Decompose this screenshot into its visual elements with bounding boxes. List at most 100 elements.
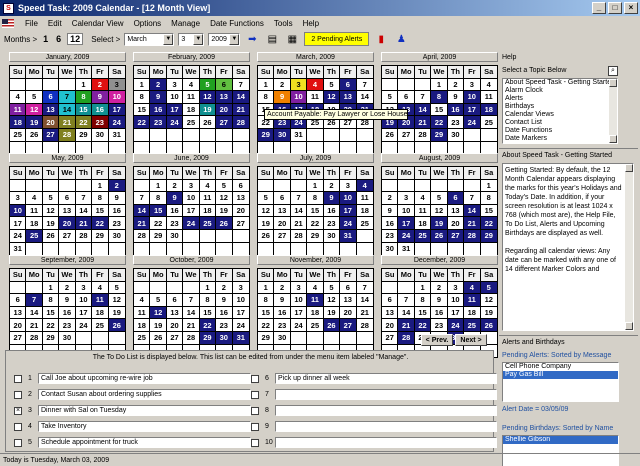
day-cell[interactable]: 2 (382, 192, 399, 205)
day-cell[interactable]: 6 (166, 294, 184, 307)
day-cell[interactable]: 27 (232, 217, 249, 230)
day-cell[interactable]: 26 (42, 229, 60, 243)
day-cell[interactable]: 11 (480, 91, 497, 104)
todo-text[interactable]: Dinner with Sal on Tuesday (38, 405, 251, 416)
day-cell[interactable]: 6 (59, 192, 76, 205)
day-cell[interactable]: 14 (356, 294, 373, 307)
day-cell[interactable]: 6 (10, 294, 27, 307)
day-cell[interactable]: 5 (150, 294, 167, 307)
day-cell[interactable]: 12 (258, 204, 275, 218)
day-cell[interactable]: 16 (216, 306, 233, 320)
month-view-12-button[interactable]: 12 (67, 33, 84, 45)
day-cell[interactable]: 16 (431, 306, 448, 320)
day-cell[interactable]: 4 (26, 192, 43, 205)
day-cell[interactable]: 19 (323, 306, 341, 320)
day-cell[interactable]: 27 (274, 229, 291, 243)
day-cell[interactable]: 15 (134, 103, 151, 117)
day-cell[interactable]: 27 (398, 128, 415, 142)
day-cell[interactable]: 20 (232, 205, 249, 218)
list-item[interactable]: Alarm Clock (503, 87, 617, 95)
day-cell[interactable]: 2 (323, 179, 341, 193)
month-view-6-button[interactable]: 6 (54, 34, 63, 44)
day-cell[interactable]: 12 (199, 91, 217, 104)
day-cell[interactable]: 15 (258, 306, 275, 320)
todo-text[interactable]: Contact Susan about ordering supplies (38, 389, 251, 400)
print-icon[interactable]: ▤ (264, 32, 280, 46)
day-cell[interactable]: 8 (480, 192, 497, 205)
day-cell[interactable]: 13 (340, 294, 357, 307)
day-cell[interactable]: 10 (290, 91, 308, 104)
day-cell[interactable]: 21 (26, 319, 43, 332)
day-cell[interactable]: 3 (447, 281, 465, 295)
day-cell[interactable]: 19 (42, 217, 60, 230)
day-cell[interactable]: 10 (290, 294, 308, 307)
day-cell[interactable]: 26 (431, 229, 448, 243)
day-cell[interactable]: 16 (274, 306, 291, 320)
day-cell[interactable]: 17 (340, 204, 357, 218)
day-cell[interactable]: 20 (10, 319, 27, 332)
day-cell[interactable]: 1 (199, 281, 217, 295)
day-cell[interactable]: 30 (382, 242, 399, 256)
day-cell[interactable]: 17 (398, 217, 415, 230)
day-cell[interactable]: 30 (108, 230, 125, 243)
day-cell[interactable]: 14 (398, 306, 415, 320)
day-cell[interactable]: 25 (10, 128, 27, 142)
day-cell[interactable]: 23 (108, 217, 125, 230)
day-cell[interactable]: 28 (464, 229, 481, 243)
day-cell[interactable]: 10 (75, 294, 93, 307)
day-cell[interactable]: 17 (75, 306, 93, 320)
day-cell[interactable]: 9 (274, 91, 291, 104)
day-cell[interactable]: 3 (398, 192, 415, 205)
day-cell[interactable]: 4 (414, 192, 432, 205)
day-cell[interactable]: 21 (398, 319, 415, 332)
day-cell[interactable]: 26 (150, 331, 167, 345)
day-cell[interactable]: 3 (232, 282, 249, 295)
day-cell[interactable]: 13 (59, 204, 76, 218)
topic-list-scrollbar[interactable] (609, 79, 617, 143)
day-select[interactable]: 3 ▼ (178, 32, 205, 46)
day-cell[interactable]: 31 (232, 331, 249, 345)
day-cell[interactable]: 25 (134, 331, 151, 345)
day-cell[interactable]: 6 (42, 91, 60, 104)
day-cell[interactable]: 19 (258, 217, 275, 230)
day-cell[interactable]: 11 (414, 204, 432, 218)
day-cell[interactable]: 18 (414, 217, 432, 230)
day-cell[interactable]: 16 (447, 103, 465, 117)
day-cell[interactable]: 2 (166, 179, 184, 193)
day-cell[interactable]: 30 (274, 331, 291, 345)
day-cell[interactable]: 1 (75, 78, 93, 92)
day-cell[interactable]: 15 (75, 103, 93, 117)
day-cell[interactable]: 15 (307, 204, 324, 218)
day-cell[interactable]: 14 (183, 306, 200, 320)
day-cell[interactable]: 18 (183, 103, 200, 117)
day-cell[interactable]: 4 (92, 281, 109, 295)
day-cell[interactable]: 22 (258, 319, 275, 332)
day-cell[interactable]: 24 (108, 116, 125, 129)
day-cell[interactable]: 7 (59, 91, 76, 104)
day-cell[interactable]: 26 (258, 229, 275, 243)
day-cell[interactable]: 30 (323, 229, 341, 243)
day-cell[interactable]: 18 (464, 306, 481, 320)
year-select[interactable]: 2009 ▼ (208, 32, 241, 46)
day-cell[interactable]: 21 (75, 217, 93, 230)
day-cell[interactable]: 29 (150, 229, 167, 243)
day-cell[interactable]: 12 (323, 294, 341, 307)
day-cell[interactable]: 23 (323, 217, 341, 230)
day-cell[interactable]: 3 (183, 179, 200, 193)
todo-checkbox[interactable]: × (14, 406, 22, 415)
day-cell[interactable]: 21 (290, 217, 308, 230)
day-cell[interactable]: 29 (42, 331, 60, 345)
day-cell[interactable]: 23 (166, 217, 184, 230)
list-item[interactable]: Pay Gas Bill (503, 371, 618, 379)
day-cell[interactable]: 8 (75, 91, 93, 104)
day-cell[interactable]: 3 (108, 78, 125, 92)
day-cell[interactable]: 25 (464, 319, 481, 332)
day-cell[interactable]: 27 (59, 229, 76, 243)
day-cell[interactable]: 14 (134, 204, 151, 218)
day-cell[interactable]: 8 (42, 294, 60, 307)
day-cell[interactable]: 9 (108, 192, 125, 205)
day-cell[interactable]: 31 (10, 242, 27, 256)
day-cell[interactable]: 24 (340, 217, 357, 230)
day-cell[interactable]: 8 (414, 294, 432, 307)
day-cell[interactable]: 16 (92, 103, 109, 117)
